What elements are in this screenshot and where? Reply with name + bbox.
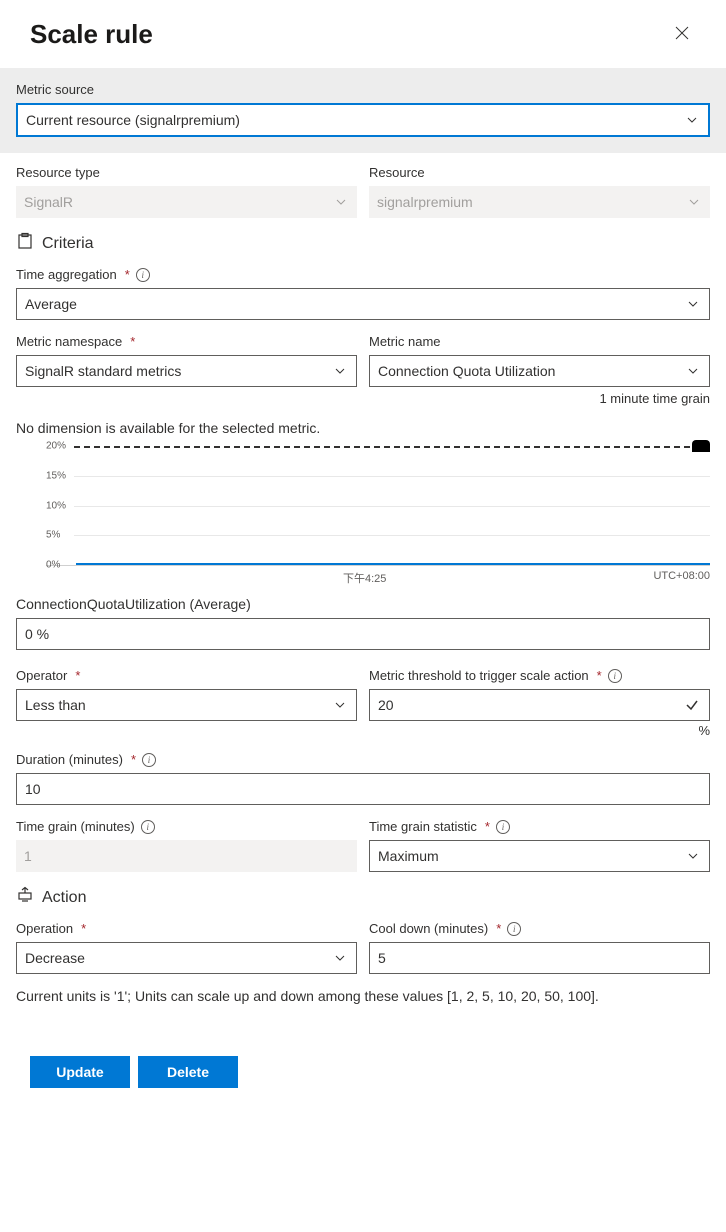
duration-input[interactable]: 10 <box>16 773 710 805</box>
resource-type-value: SignalR <box>24 194 73 210</box>
metric-name-value: Connection Quota Utilization <box>378 363 555 379</box>
x-axis-right: UTC+08:00 <box>653 570 710 586</box>
checkmark-icon <box>685 698 699 712</box>
y-tick: 15% <box>46 470 66 481</box>
time-grain-statistic-select[interactable]: Maximum <box>369 840 710 872</box>
chevron-down-icon <box>688 196 700 208</box>
chevron-down-icon <box>687 365 699 377</box>
info-icon[interactable]: i <box>608 669 622 683</box>
resource-value: signalrpremium <box>377 194 473 210</box>
chevron-down-icon <box>335 196 347 208</box>
resource-label: Resource <box>369 165 710 180</box>
required-asterisk: * <box>125 267 130 282</box>
chevron-down-icon <box>334 365 346 377</box>
metric-name-select[interactable]: Connection Quota Utilization <box>369 355 710 387</box>
metric-namespace-select[interactable]: SignalR standard metrics <box>16 355 357 387</box>
close-icon <box>675 26 689 43</box>
metric-namespace-label: Metric namespace * <box>16 334 357 349</box>
duration-label: Duration (minutes) * i <box>16 752 710 767</box>
criteria-section-title: Criteria <box>16 232 710 255</box>
time-grain-input: 1 <box>16 840 357 872</box>
info-icon[interactable]: i <box>141 820 155 834</box>
series-value-display: 0 % <box>16 618 710 650</box>
required-asterisk: * <box>131 752 136 767</box>
chart-marker-icon <box>692 440 710 452</box>
series-value: 0 % <box>25 626 49 642</box>
metric-source-section: Metric source Current resource (signalrp… <box>0 68 726 153</box>
scale-units-note: Current units is '1'; Units can scale up… <box>16 988 710 1004</box>
clipboard-icon <box>16 232 34 255</box>
info-icon[interactable]: i <box>507 922 521 936</box>
threshold-label: Metric threshold to trigger scale action… <box>369 668 710 683</box>
resource-type-select: SignalR <box>16 186 357 218</box>
cooldown-label: Cool down (minutes) * i <box>369 921 710 936</box>
metric-chart: 20% 15% 10% 5% 0% 下午4:25 UTC+08:00 <box>16 446 710 586</box>
chevron-down-icon <box>687 850 699 862</box>
metric-source-select[interactable]: Current resource (signalrpremium) <box>16 103 710 137</box>
series-label: ConnectionQuotaUtilization (Average) <box>16 596 710 612</box>
info-icon[interactable]: i <box>496 820 510 834</box>
required-asterisk: * <box>485 819 490 834</box>
metric-source-label: Metric source <box>16 82 710 97</box>
criteria-title-text: Criteria <box>42 235 94 253</box>
time-aggregation-value: Average <box>25 296 77 312</box>
metric-source-value: Current resource (signalrpremium) <box>26 112 240 128</box>
close-button[interactable] <box>666 18 698 50</box>
time-grain-note: 1 minute time grain <box>369 391 710 406</box>
y-tick: 10% <box>46 500 66 511</box>
threshold-unit: % <box>369 723 710 738</box>
operation-select[interactable]: Decrease <box>16 942 357 974</box>
footer: Update Delete <box>0 1044 726 1108</box>
operation-value: Decrease <box>25 950 85 966</box>
y-tick: 5% <box>46 530 60 541</box>
action-title-text: Action <box>42 889 86 907</box>
update-button[interactable]: Update <box>30 1056 130 1088</box>
chevron-down-icon <box>334 952 346 964</box>
delete-button[interactable]: Delete <box>138 1056 238 1088</box>
resource-type-label: Resource type <box>16 165 357 180</box>
operation-label: Operation * <box>16 921 357 936</box>
time-aggregation-select[interactable]: Average <box>16 288 710 320</box>
threshold-value: 20 <box>378 697 394 713</box>
required-asterisk: * <box>496 921 501 936</box>
operator-label: Operator * <box>16 668 357 683</box>
panel-header: Scale rule <box>0 0 726 68</box>
y-tick: 0% <box>46 560 60 571</box>
x-axis-center: 下午4:25 <box>76 570 653 586</box>
info-icon[interactable]: i <box>136 268 150 282</box>
metric-name-label: Metric name <box>369 334 710 349</box>
action-section-title: Action <box>16 886 710 909</box>
info-icon[interactable]: i <box>142 753 156 767</box>
threshold-input[interactable]: 20 <box>369 689 710 721</box>
time-grain-value: 1 <box>24 848 32 864</box>
chevron-down-icon <box>334 699 346 711</box>
required-asterisk: * <box>597 668 602 683</box>
cooldown-value: 5 <box>378 950 386 966</box>
resource-select: signalrpremium <box>369 186 710 218</box>
duration-value: 10 <box>25 781 41 797</box>
no-dimension-text: No dimension is available for the select… <box>16 420 710 436</box>
operator-select[interactable]: Less than <box>16 689 357 721</box>
operator-value: Less than <box>25 697 86 713</box>
chevron-down-icon <box>687 298 699 310</box>
metric-namespace-value: SignalR standard metrics <box>25 363 181 379</box>
gridline <box>74 476 710 477</box>
time-grain-statistic-label: Time grain statistic * i <box>369 819 710 834</box>
time-grain-label: Time grain (minutes) i <box>16 819 357 834</box>
panel-title: Scale rule <box>30 19 153 50</box>
gridline <box>74 506 710 507</box>
gridline <box>74 535 710 536</box>
series-line <box>76 563 710 565</box>
threshold-line <box>74 446 710 448</box>
required-asterisk: * <box>81 921 86 936</box>
time-grain-statistic-value: Maximum <box>378 848 439 864</box>
required-asterisk: * <box>75 668 80 683</box>
time-aggregation-label: Time aggregation * i <box>16 267 710 282</box>
cooldown-input[interactable]: 5 <box>369 942 710 974</box>
chevron-down-icon <box>686 114 698 126</box>
required-asterisk: * <box>130 334 135 349</box>
y-tick: 20% <box>46 441 66 452</box>
scale-icon <box>16 886 34 909</box>
